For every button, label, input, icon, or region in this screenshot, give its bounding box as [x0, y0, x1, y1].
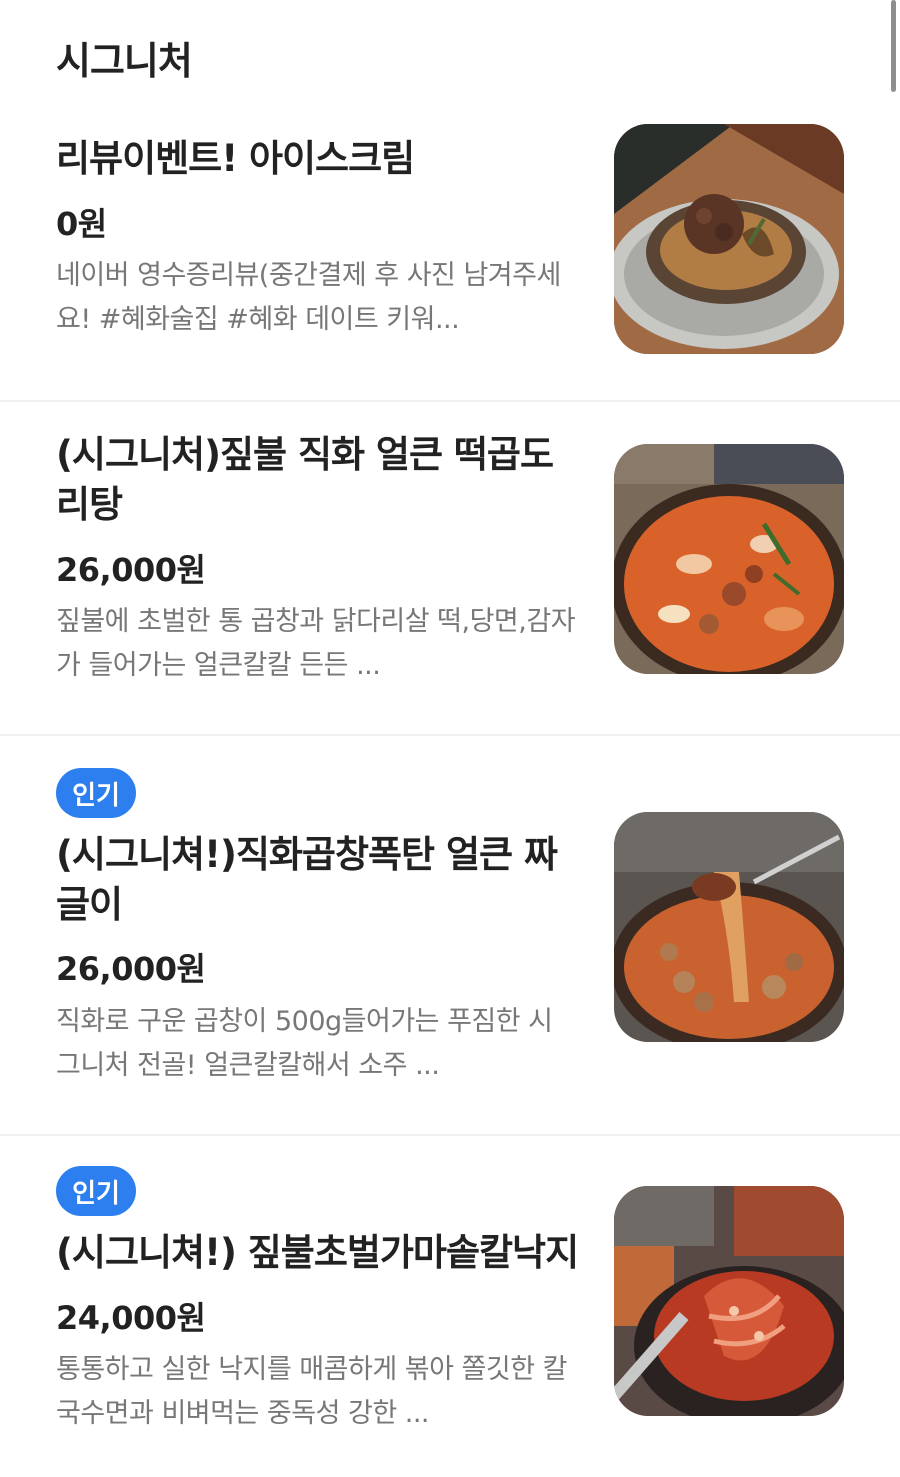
gopchang-jjageuli-photo: [614, 812, 844, 1042]
menu-item[interactable]: (시그니처)짚불 직화 얼큰 떡곱도리탕 26,000원 짚불에 초벌한 통 곱…: [0, 402, 900, 736]
item-name: (시그니쳐!) 짚불초벌가마솥칼낙지: [56, 1231, 579, 1274]
tteok-gopdoritang-photo: [614, 444, 844, 674]
item-price: 26,000원: [56, 950, 206, 988]
item-price: 0원: [56, 205, 107, 243]
item-photo[interactable]: [614, 124, 844, 354]
item-description: 짚불에 초벌한 통 곱창과 닭다리살 떡,당면,감자가 들어가는 얼큰칼칼 든든…: [56, 606, 576, 681]
item-description: 통통하고 실한 낙지를 매콤하게 볶아 쫄깃한 칼국수면과 비벼먹는 중독성 강…: [56, 1354, 567, 1429]
popular-badge: 인기: [56, 768, 136, 818]
menu-list: 리뷰이벤트! 아이스크림 0원 네이버 영수증리뷰(중간결제 후 사진 남겨주세…: [0, 0, 900, 1477]
menu-item[interactable]: 리뷰이벤트! 아이스크림 0원 네이버 영수증리뷰(중간결제 후 사진 남겨주세…: [0, 0, 900, 402]
menu-item[interactable]: 인기 (시그니쳐!)직화곱창폭탄 얼큰 짜글이 26,000원 직화로 구운 곱…: [0, 736, 900, 1136]
item-name: (시그니처)짚불 직화 얼큰 떡곱도리탕: [56, 433, 554, 526]
item-photo[interactable]: [614, 812, 844, 1042]
popular-badge: 인기: [56, 1166, 136, 1216]
item-photo[interactable]: [614, 444, 844, 674]
ice-cream-bowl-photo: [614, 124, 844, 354]
item-name: (시그니쳐!)직화곱창폭탄 얼큰 짜글이: [56, 833, 558, 926]
item-price: 24,000원: [56, 1299, 206, 1337]
item-description: 직화로 구운 곱창이 500g들어가는 푸짐한 시그니처 전골! 얼큰칼칼해서 …: [56, 1006, 553, 1081]
item-name: 리뷰이벤트! 아이스크림: [56, 137, 415, 180]
item-price: 26,000원: [56, 551, 206, 589]
menu-item[interactable]: 인기 (시그니쳐!) 짚불초벌가마솥칼낙지 24,000원 통통하고 실한 낙지…: [0, 1136, 900, 1477]
item-description: 네이버 영수증리뷰(중간결제 후 사진 남겨주세요! #혜화술집 #혜화 데이트…: [56, 260, 561, 335]
octopus-kalguksu-photo: [614, 1186, 844, 1416]
item-photo[interactable]: [614, 1186, 844, 1416]
